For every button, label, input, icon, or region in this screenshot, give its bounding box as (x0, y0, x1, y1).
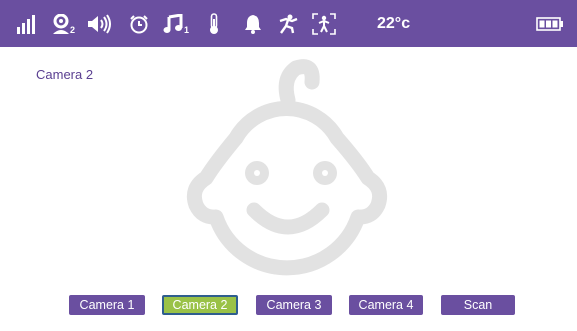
baby-face-icon (186, 59, 388, 276)
tab-camera-2[interactable]: Camera 2 (162, 295, 238, 315)
tab-camera-3[interactable]: Camera 3 (256, 295, 332, 315)
tab-camera-1[interactable]: Camera 1 (69, 295, 145, 315)
tab-camera-4[interactable]: Camera 4 (349, 295, 423, 315)
scan-button[interactable]: Scan (441, 295, 515, 315)
